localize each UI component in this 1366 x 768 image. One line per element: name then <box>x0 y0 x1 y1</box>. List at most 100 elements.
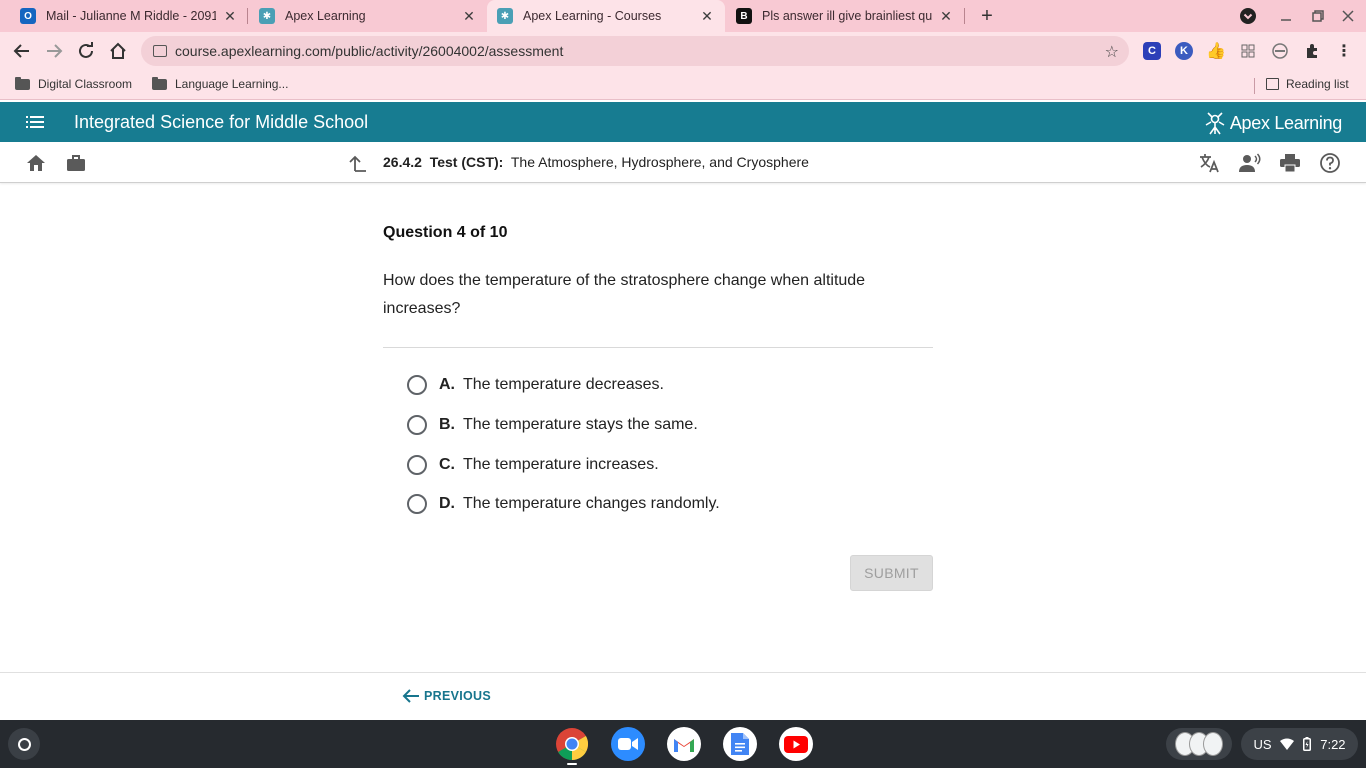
chrome-icon[interactable] <box>555 727 589 761</box>
extension-k-icon[interactable]: K <box>1175 42 1193 60</box>
bookmarks-bar: Digital Classroom Language Learning... R… <box>0 70 1366 100</box>
extension-c-icon[interactable]: C <box>1143 42 1161 60</box>
active-app-indicator <box>567 763 577 765</box>
bookmark-divider <box>1254 78 1255 94</box>
battery-icon <box>1303 737 1312 751</box>
new-tab-button[interactable]: + <box>976 5 998 27</box>
footer-nav: PREVIOUS <box>0 672 1366 720</box>
zoom-icon[interactable] <box>611 727 645 761</box>
option-letter: C. <box>439 456 455 473</box>
blocker-extension-icon[interactable] <box>1271 42 1289 60</box>
activity-id: 26.4.2 <box>383 154 422 170</box>
tab-title: Apex Learning <box>285 9 366 23</box>
apex-learning-logo: Apex Learning <box>1204 111 1342 135</box>
clock: 7:22 <box>1320 736 1346 752</box>
outlook-icon: O <box>20 8 36 24</box>
bookmark-language-learning[interactable]: Language Learning... <box>152 76 289 91</box>
print-icon[interactable] <box>1279 152 1301 174</box>
status-area[interactable]: US 7:22 <box>1241 728 1358 760</box>
reload-icon[interactable] <box>74 39 98 63</box>
docs-icon[interactable] <box>723 727 757 761</box>
grid-extension-icon[interactable] <box>1239 42 1257 60</box>
activity-name: The Atmosphere, Hydrosphere, and Cryosph… <box>510 154 809 170</box>
home-icon[interactable] <box>25 152 47 174</box>
restore-icon[interactable] <box>1308 6 1328 26</box>
radio-button[interactable] <box>407 375 427 395</box>
browser-toolbar: course.apexlearning.com/public/activity/… <box>0 32 1366 70</box>
tab-search-icon[interactable] <box>1238 6 1258 26</box>
translate-icon[interactable] <box>1199 152 1221 174</box>
previous-button[interactable]: PREVIOUS <box>402 688 491 704</box>
answer-option-b[interactable]: B. The temperature stays the same. <box>407 413 698 437</box>
apex-logo-icon <box>1205 112 1225 135</box>
tab-strip: O Mail - Julianne M Riddle - 20914 ✕ ✱ A… <box>0 0 1366 32</box>
close-tab-icon[interactable]: ✕ <box>699 8 715 24</box>
wifi-icon <box>1280 738 1295 750</box>
close-window-icon[interactable] <box>1338 6 1358 26</box>
bookmark-label: Language Learning... <box>175 77 289 91</box>
answer-option-a[interactable]: A. The temperature decreases. <box>407 373 664 397</box>
brainly-icon: B <box>736 8 752 24</box>
reading-list-button[interactable]: Reading list <box>1266 77 1349 91</box>
arrow-left-icon <box>402 689 419 703</box>
activity-bar: 26.4.2 Test (CST): The Atmosphere, Hydro… <box>0 142 1366 183</box>
folder-icon <box>15 76 30 90</box>
tab-title: Pls answer ill give brainliest que <box>762 9 932 23</box>
briefcase-icon[interactable] <box>65 152 87 174</box>
bookmark-digital-classroom[interactable]: Digital Classroom <box>15 76 133 91</box>
brand-name: Apex Learning <box>1229 112 1342 133</box>
close-tab-icon[interactable]: ✕ <box>222 8 238 24</box>
close-tab-icon[interactable]: ✕ <box>938 8 954 24</box>
option-letter: B. <box>439 416 455 433</box>
home-icon[interactable] <box>106 39 130 63</box>
close-tab-icon[interactable]: ✕ <box>461 8 477 24</box>
url-text: course.apexlearning.com/public/activity/… <box>175 43 564 59</box>
thumbs-up-extension-icon[interactable]: 👍 <box>1206 42 1226 60</box>
activity-title: 26.4.2 Test (CST): The Atmosphere, Hydro… <box>383 154 809 170</box>
extensions-puzzle-icon[interactable] <box>1303 42 1321 60</box>
activity-type: Test (CST): <box>429 154 504 170</box>
extension-k-label: K <box>1180 45 1188 57</box>
menu-icon[interactable] <box>26 116 44 128</box>
read-aloud-icon[interactable] <box>1239 152 1261 174</box>
option-letter: D. <box>439 495 455 512</box>
bookmark-label: Digital Classroom <box>38 77 133 91</box>
bookmark-star-icon[interactable]: ☆ <box>1105 42 1119 62</box>
up-level-icon[interactable] <box>347 152 369 174</box>
holding-space-tray[interactable] <box>1166 728 1232 760</box>
gmail-icon[interactable] <box>667 727 701 761</box>
submit-button[interactable]: SUBMIT <box>850 555 933 591</box>
answer-option-c[interactable]: C. The temperature increases. <box>407 453 659 477</box>
tab-mail[interactable]: O Mail - Julianne M Riddle - 20914 ✕ <box>12 0 246 32</box>
tab-divider <box>964 8 965 24</box>
radio-button[interactable] <box>407 494 427 514</box>
tab-title: Mail - Julianne M Riddle - 20914 <box>46 9 216 23</box>
answer-option-d[interactable]: D. The temperature changes randomly. <box>407 492 720 516</box>
os-shelf: US 7:22 <box>0 720 1366 768</box>
option-text: The temperature increases. <box>463 456 659 473</box>
minimize-icon[interactable] <box>1276 6 1296 26</box>
extension-c-label: C <box>1148 45 1156 57</box>
reading-list-label: Reading list <box>1286 77 1349 91</box>
site-info-icon[interactable] <box>153 45 167 57</box>
address-bar[interactable]: course.apexlearning.com/public/activity/… <box>141 36 1129 66</box>
radio-button[interactable] <box>407 415 427 435</box>
browser-menu-icon[interactable]: ⋮ <box>1335 42 1353 60</box>
tab-apex-learning[interactable]: ✱ Apex Learning ✕ <box>251 0 485 32</box>
option-letter: A. <box>439 376 455 393</box>
divider <box>383 347 933 348</box>
question-number: Question 4 of 10 <box>383 224 508 241</box>
back-icon[interactable] <box>10 39 34 63</box>
folder-icon <box>152 76 167 90</box>
launcher-icon[interactable] <box>8 728 40 760</box>
apex-icon: ✱ <box>497 8 513 24</box>
tab-brainly[interactable]: B Pls answer ill give brainliest que ✕ <box>728 0 962 32</box>
help-icon[interactable] <box>1319 152 1341 174</box>
youtube-icon[interactable] <box>779 727 813 761</box>
option-text: The temperature stays the same. <box>463 416 698 433</box>
radio-button[interactable] <box>407 455 427 475</box>
forward-icon[interactable] <box>42 39 66 63</box>
tab-apex-courses[interactable]: ✱ Apex Learning - Courses ✕ <box>487 0 725 32</box>
option-text: The temperature decreases. <box>463 376 664 393</box>
course-title: Integrated Science for Middle School <box>74 112 369 132</box>
